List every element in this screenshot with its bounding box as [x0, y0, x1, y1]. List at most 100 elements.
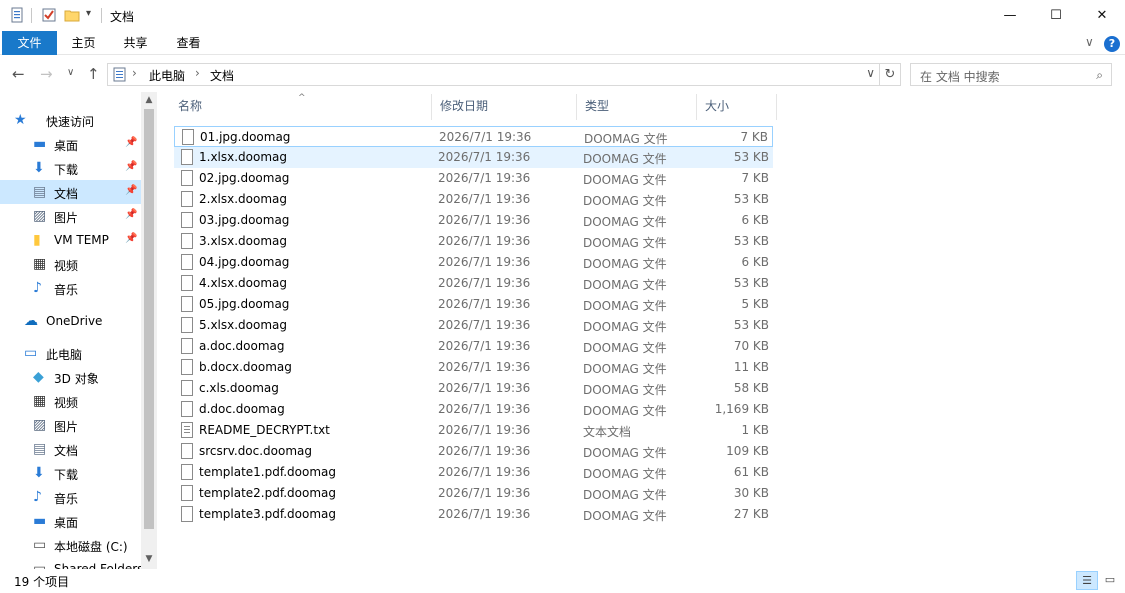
file-row[interactable]: template2.pdf.doomag 2026/7/1 19:36 DOOMAG… — [174, 483, 773, 504]
large-icons-view-icon: ▭ — [1104, 573, 1116, 586]
column-name-label: 名称 — [178, 99, 203, 113]
file-row[interactable]: b.docx.doomag 2026/7/1 19:36 DOOMAG 文件 11 K… — [174, 357, 773, 378]
file-icon — [181, 254, 193, 270]
tab-view[interactable]: 查看 — [166, 31, 211, 55]
recent-locations-button[interactable]: ∨ — [67, 67, 74, 78]
sidebar-item-videos[interactable]: ▦ 视频 — [0, 389, 141, 413]
back-button[interactable]: ← — [12, 65, 25, 83]
sidebar-item-desktop[interactable]: ▬ 桌面 📌 — [0, 132, 141, 156]
sidebar-item-label: 3D 对象 — [54, 372, 99, 386]
scroll-thumb[interactable] — [144, 109, 154, 529]
address-bar[interactable]: › 此电脑 › 文档 ∨ — [107, 63, 880, 86]
file-row[interactable]: 05.jpg.doomag 2026/7/1 19:36 DOOMAG 文件 5 KB — [174, 294, 773, 315]
file-row[interactable]: c.xls.doomag 2026/7/1 19:36 DOOMAG 文件 58 KB — [174, 378, 773, 399]
tab-home[interactable]: 主页 — [61, 31, 106, 55]
up-button[interactable]: ↑ — [87, 65, 100, 83]
sidebar-item-3d-objects[interactable]: ◆ 3D 对象 — [0, 365, 141, 389]
sidebar-item-documents[interactable]: ▤ 文档 — [0, 437, 141, 461]
address-dropdown-icon[interactable]: ∨ — [866, 66, 875, 80]
customize-toolbar-dropdown-icon[interactable]: ▾ — [86, 8, 102, 24]
expand-ribbon-icon[interactable]: ∨ — [1085, 35, 1094, 49]
sidebar-item-network-drive[interactable]: ▭ Shared Folders — [0, 557, 143, 569]
sidebar-item-videos[interactable]: ▦ 视频 — [0, 252, 141, 276]
file-row[interactable]: 2.xlsx.doomag 2026/7/1 19:36 DOOMAG 文件 53 K… — [174, 189, 773, 210]
file-icon — [181, 149, 193, 165]
file-row[interactable]: 3.xlsx.doomag 2026/7/1 19:36 DOOMAG 文件 53 K… — [174, 231, 773, 252]
file-row[interactable]: 02.jpg.doomag 2026/7/1 19:36 DOOMAG 文件 7 KB — [174, 168, 773, 189]
this-pc-icon: ▭ — [24, 345, 38, 361]
file-row[interactable]: README_DECRYPT.txt 2026/7/1 19:36 文本文档 1 KB — [174, 420, 773, 441]
sidebar-item-desktop[interactable]: ▬ 桌面 — [0, 509, 141, 533]
minimize-button[interactable]: — — [987, 0, 1033, 31]
file-type: DOOMAG 文件 — [583, 383, 667, 397]
sidebar-item-label: 音乐 — [54, 283, 79, 297]
forward-button[interactable]: → — [40, 65, 53, 83]
breadcrumb-documents[interactable]: 文档 — [210, 67, 234, 84]
file-row[interactable]: 4.xlsx.doomag 2026/7/1 19:36 DOOMAG 文件 53 K… — [174, 273, 773, 294]
close-button[interactable]: ✕ — [1079, 0, 1125, 31]
column-header-name[interactable]: 名称 ^ — [170, 93, 432, 120]
search-input[interactable]: 在 文档 中搜索 ⌕ — [910, 63, 1112, 86]
file-size: 53 KB — [733, 234, 769, 248]
breadcrumb-this-pc[interactable]: 此电脑 — [149, 67, 185, 84]
file-name: 04.jpg.doomag — [199, 255, 290, 269]
breadcrumb-separator[interactable]: › — [195, 66, 200, 80]
sidebar-item-folder[interactable]: ▮ VM TEMP 📌 — [0, 228, 141, 252]
file-row[interactable]: 04.jpg.doomag 2026/7/1 19:36 DOOMAG 文件 6 KB — [174, 252, 773, 273]
tab-file[interactable]: 文件 — [2, 31, 57, 55]
large-icons-view-button[interactable]: ▭ — [1099, 571, 1121, 590]
maximize-button[interactable]: ☐ — [1033, 0, 1079, 31]
file-row[interactable]: srcsrv.doc.doomag 2026/7/1 19:36 DOOMAG 文件… — [174, 441, 773, 462]
file-row[interactable]: 03.jpg.doomag 2026/7/1 19:36 DOOMAG 文件 6 KB — [174, 210, 773, 231]
file-row[interactable]: a.doc.doomag 2026/7/1 19:36 DOOMAG 文件 70 KB — [174, 336, 773, 357]
file-date: 2026/7/1 19:36 — [438, 234, 531, 248]
file-row[interactable]: template3.pdf.doomag 2026/7/1 19:36 DOOMAG… — [174, 504, 773, 525]
file-size: 30 KB — [733, 486, 769, 500]
refresh-button[interactable]: ↻ — [880, 63, 901, 86]
file-name: 05.jpg.doomag — [199, 297, 290, 311]
file-size: 70 KB — [733, 339, 769, 353]
sidebar-item-music[interactable]: ♪ 音乐 — [0, 276, 141, 300]
sidebar-item-label: 视频 — [54, 259, 79, 273]
checkmark-icon[interactable] — [41, 7, 57, 23]
column-header-type[interactable]: 类型 — [577, 94, 697, 120]
tab-share[interactable]: 共享 — [113, 31, 158, 55]
sidebar-item-documents[interactable]: ▤ 文档 📌 — [0, 180, 141, 204]
nav-scrollbar[interactable]: ▲ ▼ — [141, 92, 157, 569]
sidebar-item-label: 此电脑 — [46, 348, 83, 362]
sidebar-item-label: 图片 — [54, 211, 79, 225]
drive-icon: ▭ — [33, 537, 47, 553]
sidebar-item-label: 文档 — [54, 444, 79, 458]
file-row[interactable]: template1.pdf.doomag 2026/7/1 19:36 DOOMAG… — [174, 462, 773, 483]
file-row[interactable]: 01.jpg.doomag 2026/7/1 19:36 DOOMAG 文件 7 KB — [174, 126, 773, 147]
column-header-date[interactable]: 修改日期 — [432, 94, 577, 120]
file-size: 53 KB — [733, 192, 769, 206]
pin-icon: 📌 — [125, 185, 138, 196]
help-icon[interactable]: ? — [1104, 36, 1120, 52]
column-header-size[interactable]: 大小 — [697, 94, 777, 120]
details-view-button[interactable]: ☰ — [1076, 571, 1098, 590]
file-row[interactable]: 1.xlsx.doomag 2026/7/1 19:36 DOOMAG 文件 53 K… — [174, 147, 773, 168]
sidebar-item-quick-access[interactable]: ★ 快速访问 — [0, 108, 141, 132]
sidebar-item-pictures[interactable]: ▨ 图片 — [0, 413, 141, 437]
sidebar-item-drive[interactable]: ▭ 本地磁盘 (C:) — [0, 533, 141, 557]
sidebar-item-music[interactable]: ♪ 音乐 — [0, 485, 141, 509]
new-folder-icon[interactable] — [64, 7, 80, 23]
scroll-down-icon[interactable]: ▼ — [141, 554, 157, 564]
file-row[interactable]: 5.xlsx.doomag 2026/7/1 19:36 DOOMAG 文件 53 K… — [174, 315, 773, 336]
properties-icon[interactable] — [9, 7, 25, 23]
file-name: 4.xlsx.doomag — [199, 276, 288, 290]
sidebar-item-pictures[interactable]: ▨ 图片 📌 — [0, 204, 141, 228]
sidebar-item-download[interactable]: ⬇ 下载 📌 — [0, 156, 141, 180]
file-row[interactable]: d.doc.doomag 2026/7/1 19:36 DOOMAG 文件 1,169… — [174, 399, 773, 420]
scroll-up-icon[interactable]: ▲ — [141, 95, 157, 105]
sidebar-item-download[interactable]: ⬇ 下载 — [0, 461, 141, 485]
file-name: srcsrv.doc.doomag — [199, 444, 313, 458]
sidebar-item-this-pc[interactable]: ▭ 此电脑 — [0, 341, 141, 365]
file-date: 2026/7/1 19:36 — [438, 192, 531, 206]
sidebar-item-onedrive[interactable]: ☁ OneDrive — [0, 309, 141, 333]
item-count: 19 个项目 — [14, 575, 70, 589]
desktop-icon: ▬ — [33, 513, 47, 529]
breadcrumb-separator[interactable]: › — [132, 66, 137, 80]
file-type: DOOMAG 文件 — [583, 236, 667, 250]
